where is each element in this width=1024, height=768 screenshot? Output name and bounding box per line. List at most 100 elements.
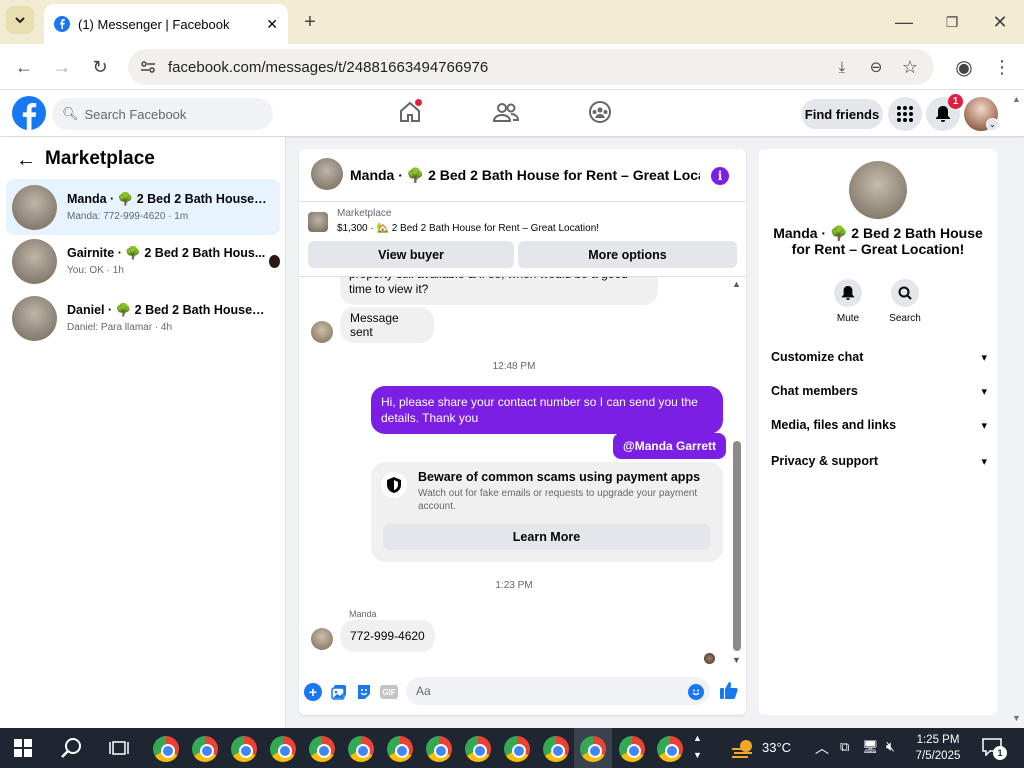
chat-avatar[interactable] — [311, 158, 343, 190]
customize-chat-row[interactable]: Customize chat ▾ — [771, 343, 987, 371]
info-icon[interactable]: i — [711, 167, 729, 185]
page-scroll-down-arrow[interactable]: ▼ — [1012, 713, 1021, 723]
clock-time: 1:25 PM — [916, 734, 960, 746]
attach-image-icon[interactable] — [330, 683, 348, 701]
chevron-down-icon: ▾ — [981, 385, 987, 398]
conversation-item[interactable]: Manda · 🌳 2 Bed 2 Bath House fo... Manda… — [6, 179, 280, 235]
page-scroll-up-arrow[interactable]: ▲ — [1012, 94, 1021, 104]
chat-members-row[interactable]: Chat members ▾ — [771, 377, 987, 405]
back-button[interactable]: ← — [8, 51, 40, 83]
emoji-icon[interactable] — [688, 684, 704, 700]
close-window-button[interactable]: ✕ — [984, 6, 1016, 38]
menu-button[interactable] — [888, 97, 922, 131]
url-bar[interactable]: facebook.com/messages/t/2488166349476697… — [128, 49, 934, 85]
install-app-button[interactable]: ⤓ — [826, 51, 858, 83]
mention-bubble[interactable]: @Manda Garrett — [613, 433, 727, 459]
restore-button[interactable]: ❐ — [936, 6, 968, 38]
sticker-icon[interactable] — [355, 683, 373, 701]
warning-title: Beware of common scams using payment app… — [418, 470, 701, 484]
chat-title[interactable]: Manda · 🌳 2 Bed 2 Bath House for Rent – … — [350, 167, 700, 184]
scrollbar-thumb[interactable] — [733, 441, 741, 651]
browser-tab[interactable]: (1) Messenger | Facebook ✕ — [44, 4, 288, 44]
chrome-app-icon[interactable] — [426, 736, 452, 762]
mute-button[interactable] — [834, 279, 862, 307]
chevron-down-icon: ▾ — [981, 419, 987, 432]
find-friends-button[interactable]: Find friends — [801, 99, 883, 129]
chrome-app-icon[interactable] — [619, 736, 645, 762]
chrome-app-icon[interactable] — [504, 736, 530, 762]
learn-more-button[interactable]: Learn More — [383, 524, 710, 550]
view-buyer-button[interactable]: View buyer — [308, 241, 514, 268]
meet-now-icon[interactable]: ⧉ — [840, 739, 849, 755]
image-glyph — [331, 685, 346, 700]
profile-button[interactable]: ◉ — [948, 51, 980, 83]
reload-button[interactable]: ↻ — [84, 51, 116, 83]
learn-more-label: Learn More — [512, 530, 581, 544]
windows-logo-icon — [14, 739, 32, 757]
chrome-app-icon[interactable] — [270, 736, 296, 762]
browser-menu-button[interactable]: ⋮ — [986, 51, 1018, 83]
taskbar-search-button[interactable] — [60, 737, 84, 761]
facebook-logo[interactable] — [12, 96, 46, 130]
tray-expand-icon[interactable]: ︿ — [815, 738, 829, 758]
chrome-app-icon[interactable] — [387, 736, 413, 762]
minimize-button[interactable]: — — [888, 6, 920, 38]
task-view-button[interactable] — [109, 739, 129, 757]
message-bubble-incoming: Message sent — [340, 307, 434, 343]
new-tab-button[interactable]: + — [294, 6, 326, 38]
chrome-app-icon[interactable] — [153, 736, 179, 762]
sender-avatar — [311, 321, 333, 343]
sun-haze-icon — [732, 740, 752, 758]
chrome-app-icon[interactable] — [348, 736, 374, 762]
message-timestamp: 1:23 PM — [495, 580, 533, 591]
network-icon[interactable]: 🖥︎ — [862, 739, 879, 755]
back-to-chats-button[interactable]: ← — [16, 149, 38, 171]
add-icon[interactable]: + — [304, 683, 322, 701]
minimize-icon: — — [895, 11, 913, 32]
scroll-up-arrow[interactable]: ▲ — [732, 279, 741, 289]
chrome-app-icon[interactable] — [657, 736, 683, 762]
friends-nav-button[interactable] — [492, 100, 520, 126]
temperature[interactable]: 33°C — [762, 740, 791, 755]
chrome-app-icon[interactable] — [231, 736, 257, 762]
chrome-app-icon[interactable] — [192, 736, 218, 762]
gif-icon[interactable]: GIF — [380, 685, 398, 699]
zoom-out-icon: ⊖ — [869, 59, 883, 76]
notification-center-button[interactable]: 1 — [982, 738, 1007, 760]
media-files-links-row[interactable]: Media, files and links ▾ — [771, 411, 987, 439]
chrome-app-icon-active[interactable] — [580, 736, 606, 762]
account-chevron-icon[interactable]: ⌄ — [986, 118, 999, 131]
message-input[interactable]: Aa — [406, 677, 710, 705]
bookmark-button[interactable]: ☆ — [894, 51, 926, 83]
taskbar-overflow-arrows[interactable]: ▲ ▼ — [693, 730, 702, 764]
chrome-app-icon[interactable] — [309, 736, 335, 762]
listing-price[interactable]: $1,300 · 🏡 2 Bed 2 Bath House for Rent –… — [337, 223, 599, 234]
shield-icon — [381, 472, 407, 498]
message-input-placeholder: Aa — [416, 684, 431, 698]
zoom-button[interactable]: ⊖ — [860, 51, 892, 83]
weather-icon[interactable] — [730, 737, 756, 759]
scroll-down-arrow[interactable]: ▼ — [732, 655, 741, 665]
tab-search-button[interactable] — [6, 6, 34, 34]
conversation-item[interactable]: Daniel · 🌳 2 Bed 2 Bath House for... Dan… — [6, 290, 280, 346]
search-conversation-button[interactable] — [891, 279, 919, 307]
privacy-support-row[interactable]: Privacy & support ▾ — [771, 447, 987, 475]
plus-icon: + — [304, 10, 316, 33]
chrome-app-icon[interactable] — [465, 736, 491, 762]
facebook-search-box[interactable]: 🔍︎ Search Facebook — [52, 98, 273, 130]
volume-muted-icon[interactable]: 🔇︎ — [886, 738, 895, 755]
home-nav-button[interactable] — [398, 99, 424, 126]
clock[interactable]: 1:25 PM 7/5/2025 — [912, 732, 964, 764]
chrome-app-icon[interactable] — [543, 736, 569, 762]
tab-close-icon[interactable]: ✕ — [266, 16, 278, 33]
notification-badge: 1 — [948, 94, 963, 109]
forward-button[interactable]: → — [46, 51, 78, 83]
message-list[interactable]: property still available & if so, when w… — [299, 277, 746, 667]
groups-nav-button[interactable] — [588, 100, 614, 126]
like-button[interactable] — [719, 680, 739, 700]
chat-details-panel: Manda · 🌳 2 Bed 2 Bath House for Rent – … — [759, 149, 997, 715]
start-button[interactable] — [14, 739, 32, 757]
chat-scrollbar[interactable]: ▲ ▼ — [732, 279, 742, 669]
conversation-item[interactable]: Gairnite · 🌳 2 Bed 2 Bath Hous... You: O… — [6, 233, 280, 289]
more-options-button[interactable]: More options — [518, 241, 737, 268]
